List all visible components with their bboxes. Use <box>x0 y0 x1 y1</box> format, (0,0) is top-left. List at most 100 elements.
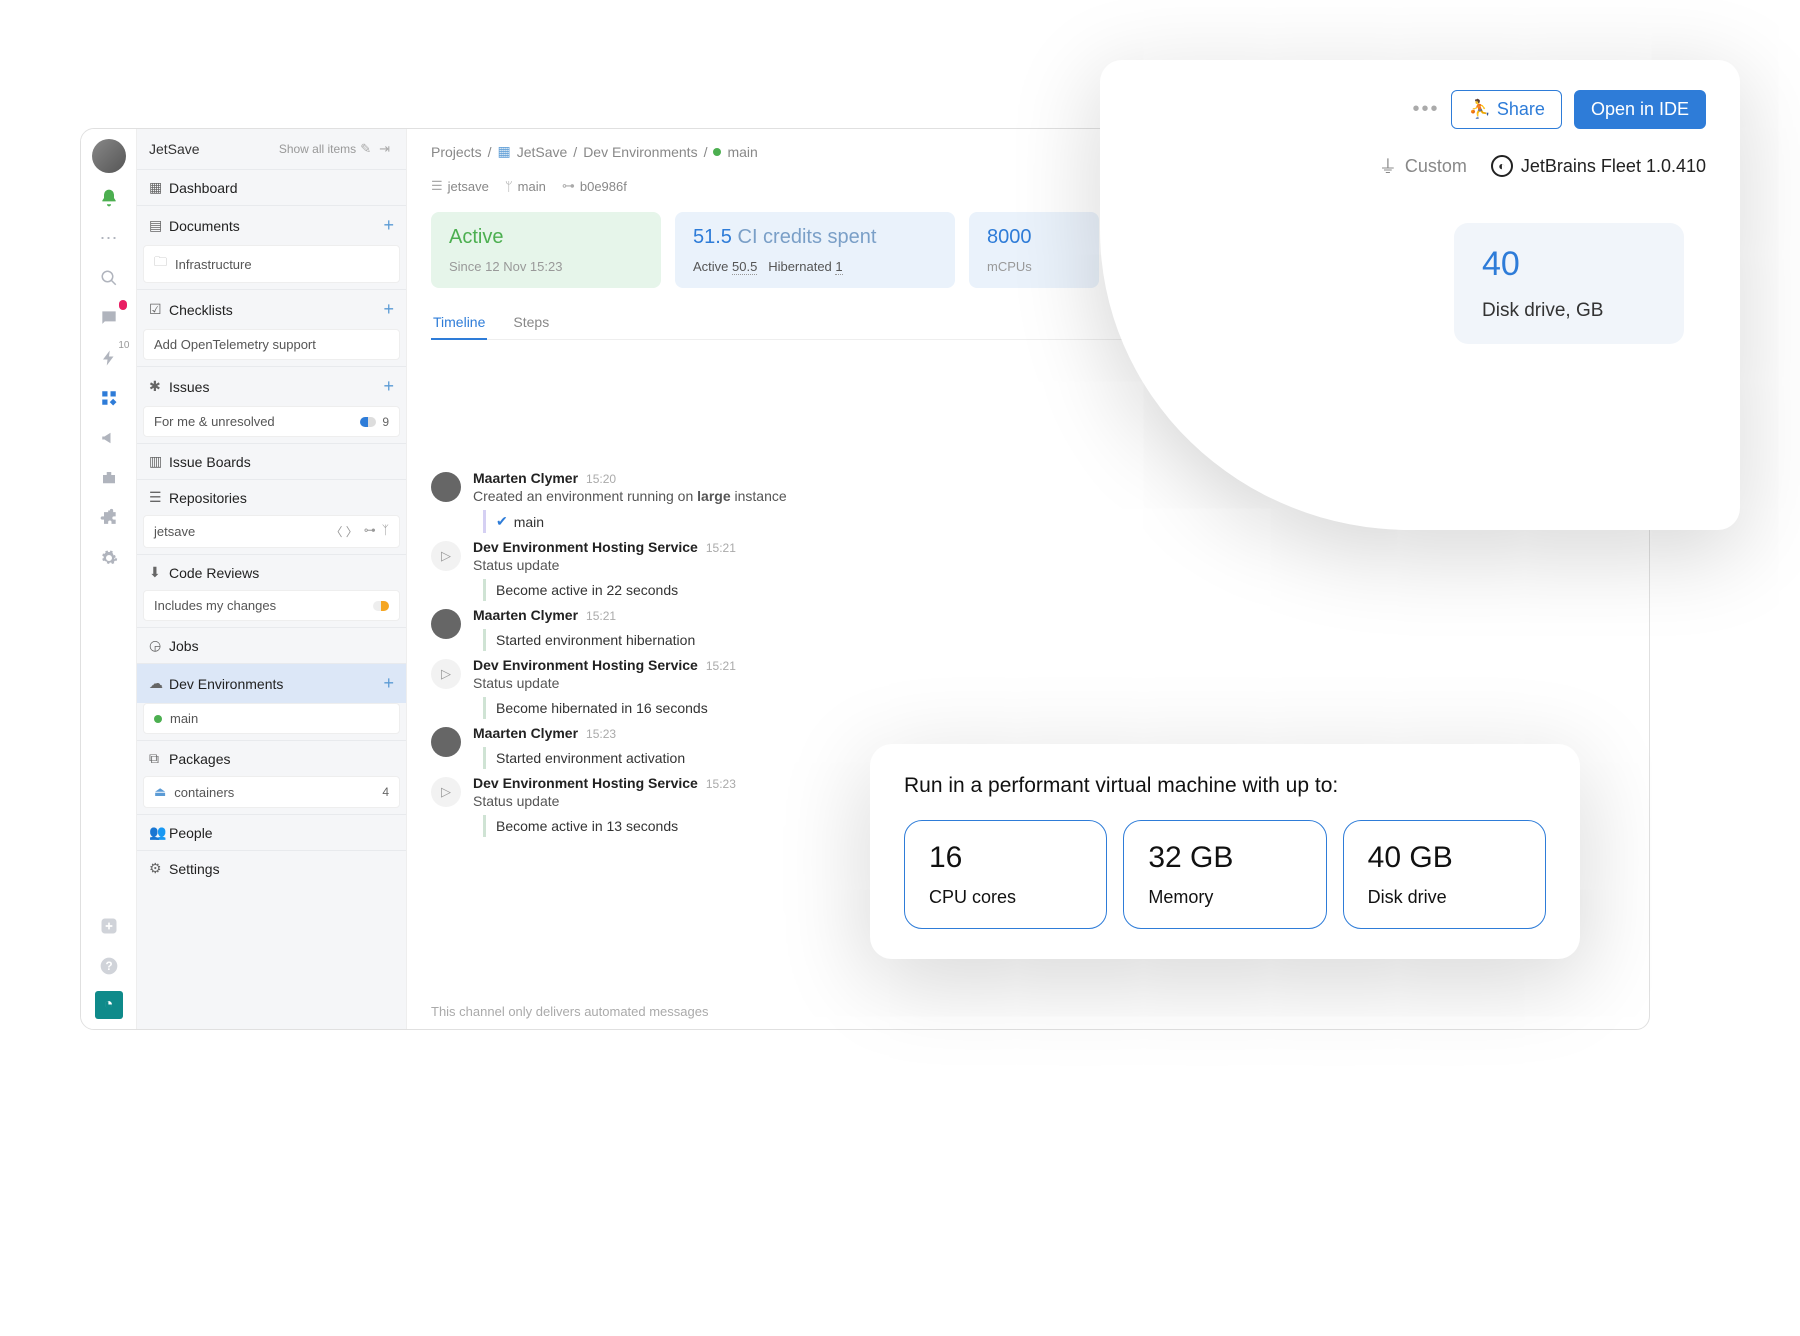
show-all-link[interactable]: Show all items <box>279 142 356 156</box>
env-item-main[interactable]: main <box>143 703 400 734</box>
breadcrumb-devenv[interactable]: Dev Environments <box>583 144 697 160</box>
commit-icon[interactable]: ⊶ <box>364 523 376 540</box>
tab-steps[interactable]: Steps <box>511 306 551 339</box>
review-icon: ⬇ <box>149 564 169 581</box>
bolt-icon[interactable]: 10 <box>94 343 124 373</box>
more-icon[interactable]: ••• <box>1412 98 1439 121</box>
checklist-icon: ☑ <box>149 301 169 318</box>
project-sidebar: JetSave Show all items ✎ ⇥ ▦Dashboard ▤D… <box>137 129 407 1029</box>
tab-timeline[interactable]: Timeline <box>431 306 487 340</box>
footer-note: This channel only delivers automated mes… <box>431 984 1625 1019</box>
status-dot-icon <box>713 148 721 156</box>
breadcrumb-main[interactable]: main <box>727 144 757 160</box>
repo-item-jetsave[interactable]: jetsave〈 〉⊶ᛉ <box>143 515 400 548</box>
avatar[interactable] <box>431 472 461 502</box>
project-title: JetSave <box>149 141 200 157</box>
sidebar-item-issue-boards[interactable]: ▥Issue Boards <box>137 444 406 479</box>
sidebar-item-settings[interactable]: ⚙Settings <box>137 851 406 886</box>
breadcrumb-jetsave[interactable]: JetSave <box>517 144 568 160</box>
add-checklist-icon[interactable]: + <box>383 299 394 320</box>
sidebar-item-repositories[interactable]: ☰Repositories <box>137 480 406 515</box>
instance-type[interactable]: ⏚Custom <box>1379 153 1467 179</box>
sidebar-item-packages[interactable]: ⧉Packages <box>137 741 406 776</box>
sidebar-item-documents[interactable]: ▤Documents+ <box>137 206 406 245</box>
document-icon: ▤ <box>149 217 169 234</box>
commit-icon: ⊶ <box>562 178 575 194</box>
custom-icon: ⏚ <box>1379 153 1397 179</box>
dashboard-icon: ▦ <box>149 179 169 196</box>
spec-card-memory: 32 GBMemory <box>1123 820 1326 929</box>
sidebar-item-people[interactable]: 👥People <box>137 815 406 850</box>
puzzle-icon[interactable] <box>94 503 124 533</box>
sidebar-item-issues[interactable]: ✱Issues+ <box>137 367 406 406</box>
meta-commit[interactable]: ⊶b0e986f <box>562 178 627 194</box>
ide-selector[interactable]: ◐JetBrains Fleet 1.0.410 <box>1491 155 1706 177</box>
open-in-ide-button[interactable]: Open in IDE <box>1574 90 1706 129</box>
meta-branch[interactable]: ᛘmain <box>505 179 546 194</box>
collapse-icon[interactable]: ⇥ <box>375 139 394 159</box>
sidebar-item-checklists[interactable]: ☑Checklists+ <box>137 290 406 329</box>
add-document-icon[interactable]: + <box>383 215 394 236</box>
document-item-infrastructure[interactable]: 🗀Infrastructure <box>143 245 400 283</box>
svg-text:?: ? <box>105 960 112 973</box>
apps-icon: ▦ <box>497 143 510 160</box>
stat-active-label: Active <box>449 226 643 249</box>
add-env-icon[interactable]: + <box>383 673 394 694</box>
help-icon[interactable]: ? <box>94 951 124 981</box>
code-icon[interactable]: 〈 〉 <box>330 523 357 540</box>
bot-avatar-icon[interactable]: ▷ <box>431 777 461 807</box>
avatar[interactable] <box>431 609 461 639</box>
spec-card-disk: 40 GBDisk drive <box>1343 820 1546 929</box>
people-icon: 👥 <box>149 824 169 841</box>
bell-icon[interactable] <box>94 183 124 213</box>
meta-repo[interactable]: ☰jetsave <box>431 178 489 194</box>
stat-card-mcpu: 8000 mCPUs <box>969 212 1099 288</box>
fleet-icon: ◐ <box>1491 155 1513 177</box>
gear-icon: ⚙ <box>149 860 169 877</box>
cloud-icon: ☁ <box>149 675 169 692</box>
branch-icon: ᛘ <box>505 179 513 194</box>
branch-icon[interactable]: ᛉ <box>382 523 389 540</box>
bot-avatar-icon[interactable]: ▷ <box>431 659 461 689</box>
vm-specs-title: Run in a performant virtual machine with… <box>904 774 1546 798</box>
timeline-entry: Maarten Clymer15:21 Started environment … <box>431 607 1625 651</box>
chat-icon[interactable] <box>94 303 124 333</box>
issues-filter-item[interactable]: For me & unresolved9 <box>143 406 400 437</box>
add-issue-icon[interactable]: + <box>383 376 394 397</box>
board-icon: ▥ <box>149 453 169 470</box>
sidebar-item-code-reviews[interactable]: ⬇Code Reviews <box>137 555 406 590</box>
sidebar-header: JetSave Show all items ✎ ⇥ <box>137 129 406 169</box>
package-item-containers[interactable]: ⏏containers4 <box>143 776 400 808</box>
avatar[interactable] <box>431 727 461 757</box>
sidebar-item-dashboard[interactable]: ▦Dashboard <box>137 170 406 205</box>
stat-card-credits: 51.5 CI credits spent Active 50.5 Hibern… <box>675 212 955 288</box>
sidebar-item-jobs[interactable]: ◶Jobs <box>137 628 406 663</box>
jobs-icon: ◶ <box>149 637 169 654</box>
filter-dots-icon <box>360 417 376 427</box>
checklist-item[interactable]: Add OpenTelemetry support <box>143 329 400 360</box>
spec-card-cpu: 16CPU cores <box>904 820 1107 929</box>
edit-icon[interactable]: ✎ <box>356 139 375 159</box>
issues-icon: ✱ <box>149 378 169 395</box>
briefcase-icon[interactable] <box>94 463 124 493</box>
vm-specs-card: Run in a performant virtual machine with… <box>870 744 1580 959</box>
bot-avatar-icon[interactable]: ▷ <box>431 541 461 571</box>
person-icon: ⛹ <box>1468 99 1490 120</box>
share-button[interactable]: ⛹Share <box>1451 90 1561 129</box>
folder-icon: 🗀 <box>154 253 167 275</box>
add-icon[interactable] <box>94 911 124 941</box>
apps-icon[interactable] <box>94 383 124 413</box>
search-icon[interactable] <box>94 263 124 293</box>
disk-stat-card: 40 Disk drive, GB <box>1454 223 1684 344</box>
breadcrumb-projects[interactable]: Projects <box>431 144 482 160</box>
repo-icon: ☰ <box>431 178 443 194</box>
timeline-entry: ▷ Dev Environment Hosting Service15:21 S… <box>431 539 1625 601</box>
gear-icon[interactable] <box>94 543 124 573</box>
cr-filter-item[interactable]: Includes my changes <box>143 590 400 621</box>
space-logo-icon[interactable]: ◔ <box>95 991 123 1019</box>
avatar[interactable] <box>92 139 126 173</box>
sidebar-item-dev-environments[interactable]: ☁Dev Environments+ <box>137 664 406 703</box>
stat-card-active: Active Since 12 Nov 15:23 <box>431 212 661 288</box>
megaphone-icon[interactable] <box>94 423 124 453</box>
more-icon[interactable]: ⋯ <box>94 223 124 253</box>
